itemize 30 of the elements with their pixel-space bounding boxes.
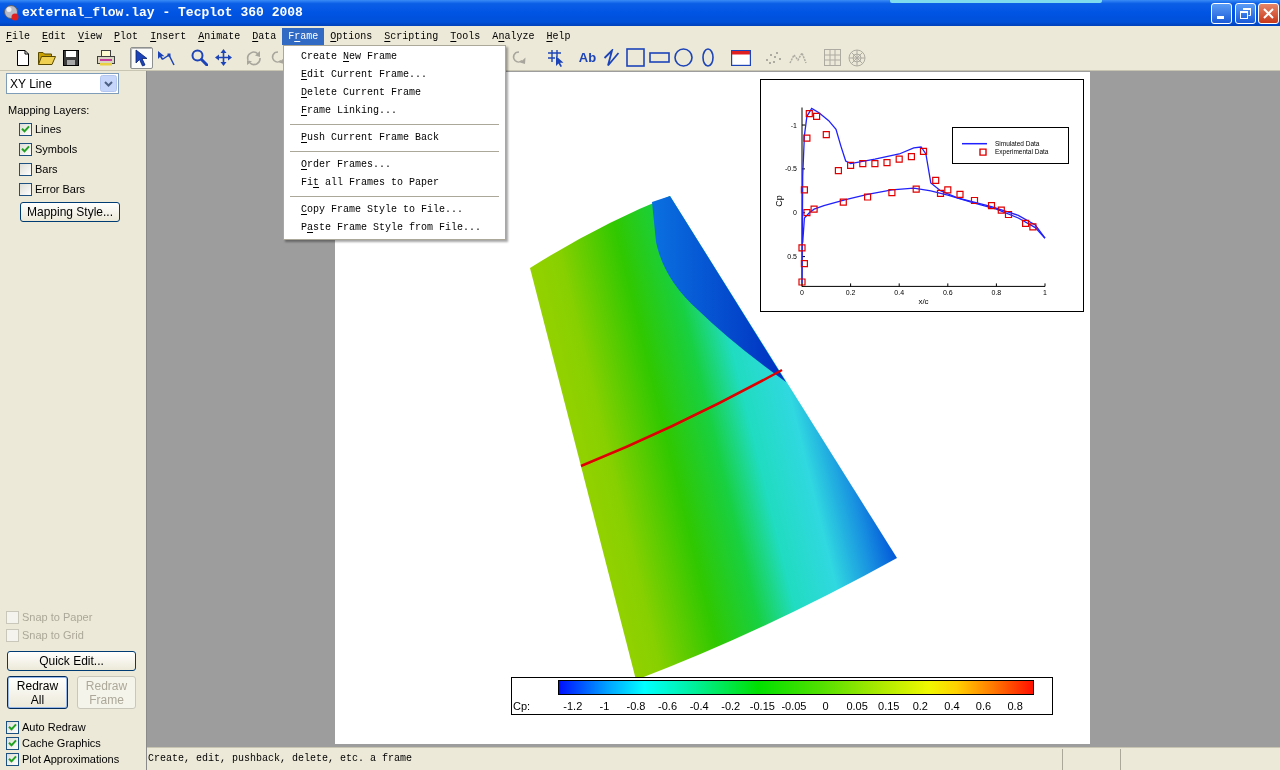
level-label: 0.8 [1007, 700, 1023, 713]
level-label: -0.2 [721, 700, 741, 713]
section-label: Mapping Layers: [8, 103, 91, 117]
checkbox-label: Auto Redraw [22, 720, 86, 734]
level-label: 0.05 [846, 700, 868, 713]
level-label: 0.2 [912, 700, 928, 713]
checkbox-label: Bars [35, 162, 58, 176]
checkbox-label: Snap to Paper [22, 610, 93, 624]
window-title: external_flow.lay - Tecplot 360 2008 [22, 5, 303, 21]
legend-variable-label: Cp: [512, 700, 532, 713]
level-label: -0.15 [749, 700, 775, 713]
checkbox-label: Snap to Grid [22, 628, 84, 642]
level-label: -0.4 [689, 700, 709, 713]
level-label: 0.4 [944, 700, 960, 713]
level-label: -0.8 [626, 700, 646, 713]
axis-title: x/c [918, 297, 929, 307]
status-text: Create, edit, pushback, delete, etc. a frame [148, 752, 414, 766]
level-label: -0.6 [658, 700, 678, 713]
level-label: 0.15 [878, 700, 900, 713]
level-label: -1.2 [563, 700, 583, 713]
checkbox-label: Plot Approximations [22, 752, 120, 766]
level-label: 0.6 [975, 700, 992, 713]
level-label: -0.05 [781, 700, 807, 713]
level-label: 0 [822, 700, 829, 713]
axis-title: Cp [774, 195, 784, 207]
checkbox-label: Cache Graphics [22, 736, 101, 750]
checkbox-label: Lines [35, 122, 62, 136]
checkbox-label: Symbols [35, 142, 78, 156]
level-label: -1 [599, 700, 610, 713]
checkbox-label: Error Bars [35, 182, 86, 196]
